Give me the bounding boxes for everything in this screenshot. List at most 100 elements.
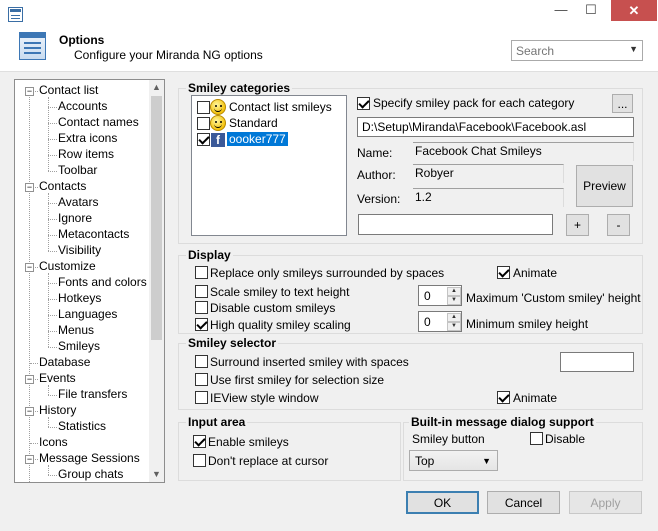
scroll-up-icon[interactable]: ▲	[152, 82, 161, 92]
replace-only-checkbox[interactable]	[195, 266, 208, 279]
first-smiley-label[interactable]: Use first smiley for selection size	[210, 373, 384, 387]
category-label[interactable]: Standard	[229, 116, 278, 130]
tree-item[interactable]: History	[39, 403, 76, 417]
tree-item[interactable]: Database	[39, 355, 90, 369]
button-position-value[interactable]: Top	[415, 454, 434, 468]
tree-item[interactable]: Customize	[39, 259, 96, 273]
tree-item[interactable]: Group chats	[58, 467, 123, 481]
search-combo[interactable]: ▼	[511, 40, 643, 61]
cancel-button[interactable]: Cancel	[487, 491, 560, 514]
tree-collapse-icon[interactable]: −	[25, 263, 34, 272]
category-label[interactable]: Contact list smileys	[229, 100, 332, 114]
options-tree[interactable]: Contact list − Accounts Contact names Extra …	[14, 79, 165, 483]
disable-smiley-button-label[interactable]: Disable	[545, 432, 585, 446]
smiley-icon	[210, 115, 226, 131]
surround-spaces-label[interactable]: Surround inserted smiley with spaces	[210, 355, 409, 369]
category-checkbox-facebook[interactable]	[197, 133, 210, 146]
tree-item[interactable]: Menus	[58, 323, 94, 337]
tree-item[interactable]: Hotkeys	[58, 291, 101, 305]
tree-item[interactable]: Avatars	[58, 195, 98, 209]
app-icon[interactable]	[8, 7, 23, 22]
category-checkbox-standard[interactable]	[197, 117, 210, 130]
min-height-spinner[interactable]: 0 ▲ ▼	[418, 311, 462, 332]
apply-button[interactable]: Apply	[569, 491, 642, 514]
ok-button[interactable]: OK	[406, 491, 479, 514]
button-position-select[interactable]: Top ▼	[409, 450, 498, 471]
scroll-thumb[interactable]	[151, 96, 162, 340]
page-subtitle: Configure your Miranda NG options	[74, 48, 263, 62]
tree-item[interactable]: Languages	[58, 307, 117, 321]
tree-scrollbar[interactable]: ▲ ▼	[149, 80, 164, 482]
pack-path-input[interactable]: D:\Setup\Miranda\Facebook\Facebook.asl	[357, 117, 634, 137]
disable-custom-label[interactable]: Disable custom smileys	[210, 301, 335, 315]
max-custom-height-spinner[interactable]: 0 ▲ ▼	[418, 285, 462, 306]
high-quality-label[interactable]: High quality smiley scaling	[210, 318, 351, 332]
maximize-button[interactable]: ☐	[577, 0, 605, 22]
min-height-value[interactable]: 0	[424, 315, 431, 329]
enable-smileys-checkbox[interactable]	[193, 435, 206, 448]
dont-replace-checkbox[interactable]	[193, 454, 206, 467]
browse-button[interactable]: ...	[612, 94, 633, 113]
tree-item[interactable]: Fonts and colors	[58, 275, 147, 289]
first-smiley-checkbox[interactable]	[195, 373, 208, 386]
high-quality-checkbox[interactable]	[195, 318, 208, 331]
spin-up-icon[interactable]: ▲	[447, 287, 461, 296]
tree-item[interactable]: Statistics	[58, 419, 106, 433]
tree-item[interactable]: Row items	[58, 147, 114, 161]
category-name-input[interactable]	[358, 214, 553, 235]
disable-custom-checkbox[interactable]	[195, 301, 208, 314]
tree-item[interactable]: File transfers	[58, 387, 127, 401]
chevron-down-icon[interactable]: ▼	[482, 456, 491, 466]
add-category-button[interactable]: +	[566, 214, 589, 236]
surround-spaces-checkbox[interactable]	[195, 355, 208, 368]
tree-item[interactable]: Smileys	[58, 339, 100, 353]
tree-item[interactable]: Icons	[39, 435, 68, 449]
replace-only-label[interactable]: Replace only smileys surrounded by space…	[210, 266, 444, 280]
spin-down-icon[interactable]: ▼	[447, 296, 461, 305]
ieview-style-checkbox[interactable]	[195, 391, 208, 404]
preview-button[interactable]: Preview	[576, 165, 633, 207]
remove-category-button[interactable]: -	[607, 214, 630, 236]
specify-pack-label[interactable]: Specify smiley pack for each category	[373, 96, 574, 110]
scroll-down-icon[interactable]: ▼	[152, 469, 161, 479]
tree-item[interactable]: Visibility	[58, 243, 101, 257]
ieview-style-label[interactable]: IEView style window	[210, 391, 319, 405]
tree-collapse-icon[interactable]: −	[25, 455, 34, 464]
chevron-down-icon[interactable]: ▼	[629, 44, 638, 54]
tree-line	[48, 427, 57, 428]
tree-item[interactable]: Contacts	[39, 179, 86, 193]
tree-item[interactable]: Metacontacts	[58, 227, 129, 241]
selector-animate-label[interactable]: Animate	[513, 391, 557, 405]
disable-smiley-button-checkbox[interactable]	[530, 432, 543, 445]
display-animate-checkbox[interactable]	[497, 266, 510, 279]
search-input[interactable]	[512, 41, 624, 60]
close-button[interactable]: ✕	[611, 0, 657, 21]
tree-item[interactable]: Message Sessions	[39, 451, 140, 465]
dont-replace-label[interactable]: Don't replace at cursor	[208, 454, 328, 468]
spin-up-icon[interactable]: ▲	[447, 313, 461, 322]
tree-item[interactable]: Events	[39, 371, 76, 385]
scale-smiley-label[interactable]: Scale smiley to text height	[210, 285, 349, 299]
specify-pack-checkbox[interactable]	[357, 97, 370, 110]
category-label-selected[interactable]: oooker777	[227, 132, 288, 146]
selector-animate-checkbox[interactable]	[497, 391, 510, 404]
tree-collapse-icon[interactable]: −	[25, 375, 34, 384]
minimize-button[interactable]: —	[547, 0, 575, 22]
tree-item[interactable]: Extra icons	[58, 131, 117, 145]
tree-item[interactable]: Contact list	[39, 83, 98, 97]
max-custom-height-value[interactable]: 0	[424, 289, 431, 303]
scale-smiley-checkbox[interactable]	[195, 285, 208, 298]
category-checkbox-contact-list[interactable]	[197, 101, 210, 114]
display-animate-label[interactable]: Animate	[513, 266, 557, 280]
tree-collapse-icon[interactable]: −	[25, 183, 34, 192]
enable-smileys-label[interactable]: Enable smileys	[208, 435, 289, 449]
selector-color-input[interactable]	[560, 352, 634, 372]
spin-down-icon[interactable]: ▼	[447, 322, 461, 331]
tree-item[interactable]: Accounts	[58, 99, 107, 113]
tree-item[interactable]: Ignore	[58, 211, 92, 225]
tree-item[interactable]: Toolbar	[58, 163, 97, 177]
tree-collapse-icon[interactable]: −	[25, 87, 34, 96]
tree-line	[48, 235, 57, 236]
tree-item[interactable]: Contact names	[58, 115, 139, 129]
tree-collapse-icon[interactable]: −	[25, 407, 34, 416]
